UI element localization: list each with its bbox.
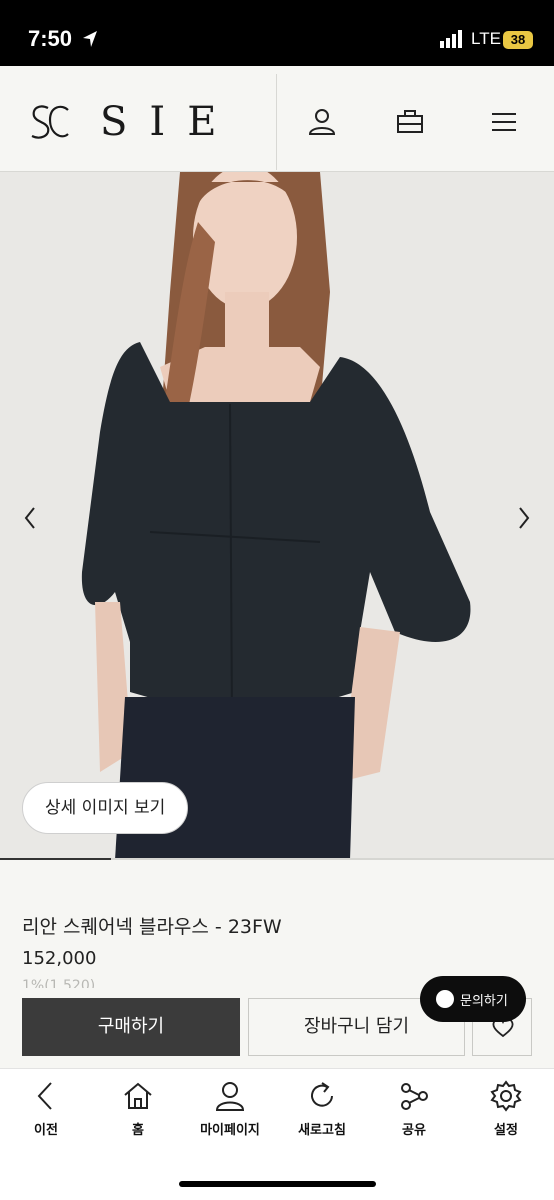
nav-back[interactable]: 이전 bbox=[0, 1079, 92, 1159]
header-divider bbox=[276, 74, 277, 170]
user-icon[interactable] bbox=[306, 106, 338, 138]
share-icon bbox=[401, 1083, 428, 1110]
nav-label: 이전 bbox=[34, 1123, 58, 1138]
location-arrow-icon bbox=[83, 31, 97, 47]
user-icon bbox=[215, 1082, 245, 1111]
status-bar: 7:50 LTE 38 bbox=[0, 0, 554, 66]
detail-images-button[interactable]: 상세 이미지 보기 bbox=[22, 782, 189, 834]
signal-icon bbox=[440, 30, 462, 48]
nav-mypage[interactable]: 마이페이지 bbox=[184, 1079, 276, 1159]
nav-label: 홈 bbox=[132, 1123, 144, 1138]
status-time: 7:50 bbox=[28, 26, 73, 51]
inquiry-label: 문의하기 bbox=[460, 993, 508, 1009]
gallery-prev-icon[interactable] bbox=[18, 502, 42, 534]
product-gallery[interactable]: 상세 이미지 보기 bbox=[0, 172, 554, 860]
product-info: 리안 스퀘어넥 블라우스 - 23FW 152,000 1%(1,520) bbox=[0, 860, 554, 988]
nav-home[interactable]: 홈 bbox=[92, 1079, 184, 1159]
shopping-bag-icon[interactable] bbox=[394, 106, 426, 138]
brand-name: SIE bbox=[100, 99, 239, 145]
nav-share[interactable]: 공유 bbox=[368, 1079, 460, 1159]
nav-label: 공유 bbox=[402, 1123, 426, 1138]
product-points: 1%(1,520) bbox=[22, 978, 96, 988]
site-header: SIE bbox=[0, 66, 554, 172]
product-photo bbox=[0, 172, 554, 860]
back-icon bbox=[37, 1082, 52, 1110]
product-price: 152,000 bbox=[22, 948, 97, 969]
buy-button[interactable]: 구매하기 bbox=[22, 998, 240, 1056]
inquiry-button[interactable]: 문의하기 bbox=[420, 976, 526, 1022]
nav-label: 마이페이지 bbox=[200, 1123, 260, 1138]
product-name: 리안 스퀘어넥 블라우스 - 23FW bbox=[22, 916, 282, 938]
home-indicator bbox=[179, 1181, 376, 1187]
brand-logo[interactable]: SIE bbox=[28, 99, 239, 145]
menu-icon[interactable] bbox=[488, 106, 520, 138]
nav-refresh[interactable]: 새로고침 bbox=[276, 1079, 368, 1159]
battery-indicator: 38 bbox=[503, 31, 533, 49]
nav-label: 새로고침 bbox=[298, 1123, 346, 1138]
home-icon bbox=[124, 1082, 152, 1109]
gallery-next-icon[interactable] bbox=[512, 502, 536, 534]
inquiry-logo-icon bbox=[436, 990, 454, 1008]
gear-icon bbox=[490, 1080, 522, 1112]
nav-label: 설정 bbox=[494, 1123, 518, 1138]
refresh-icon bbox=[311, 1082, 333, 1107]
brand-mark-icon bbox=[31, 105, 69, 139]
network-type: LTE bbox=[471, 29, 501, 48]
nav-settings[interactable]: 설정 bbox=[460, 1079, 552, 1159]
